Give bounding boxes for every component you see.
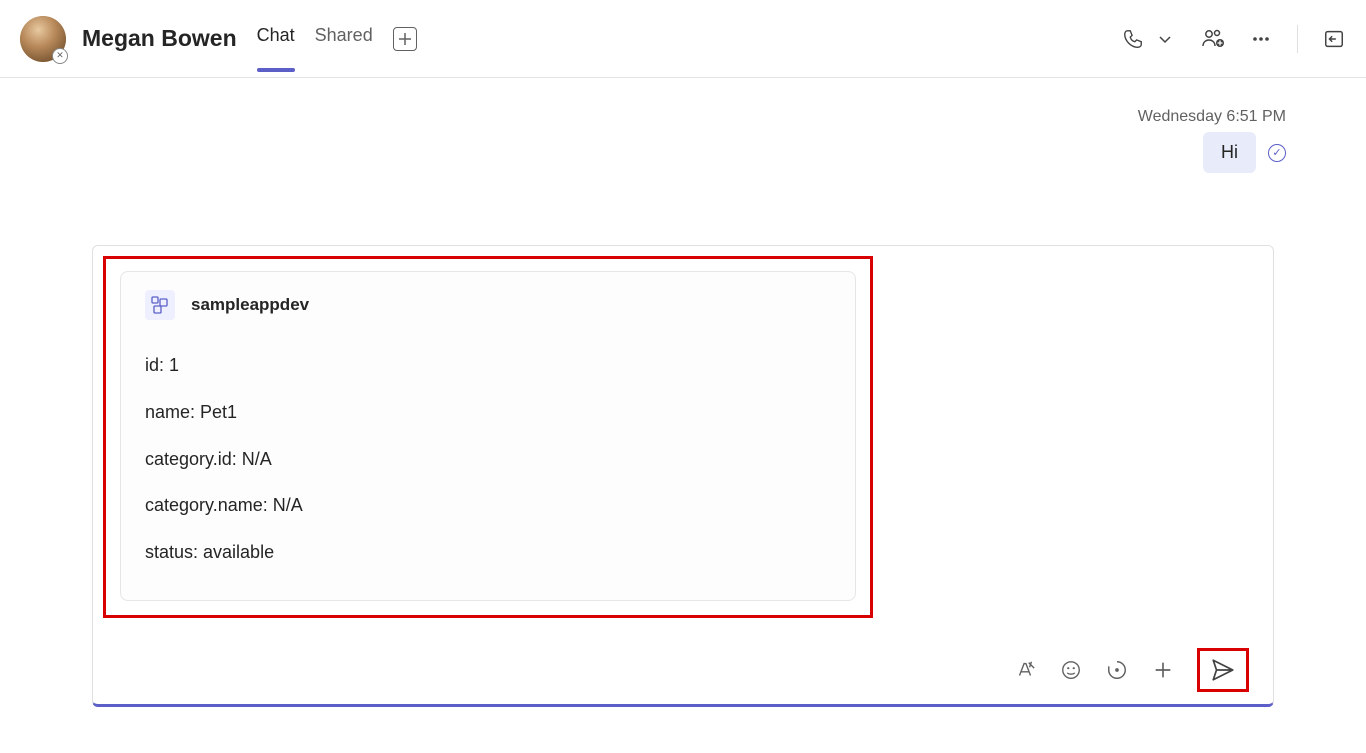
card-field: status: available — [145, 529, 831, 576]
card-app-name: sampleappdev — [191, 295, 309, 315]
card-field: name: Pet1 — [145, 389, 831, 436]
message-bubble[interactable]: Hi — [1203, 132, 1256, 173]
card-field: category.name: N/A — [145, 482, 831, 529]
people-add-icon — [1201, 27, 1225, 51]
add-people-button[interactable] — [1201, 27, 1225, 51]
loop-button[interactable] — [1105, 658, 1129, 682]
read-receipt-icon — [1268, 144, 1286, 162]
card-field: id: 1 — [145, 342, 831, 389]
header-actions — [1121, 25, 1346, 53]
emoji-icon — [1060, 659, 1082, 681]
title-section: Megan Bowen Chat Shared — [82, 25, 1121, 52]
plus-icon — [398, 32, 412, 46]
avatar-wrapper — [20, 16, 66, 62]
send-button[interactable] — [1197, 648, 1249, 692]
card-field: category.id: N/A — [145, 436, 831, 483]
chat-header: Megan Bowen Chat Shared — [0, 0, 1366, 78]
chat-area: Wednesday 6:51 PM Hi — [0, 78, 1366, 173]
presence-offline-icon — [52, 48, 68, 64]
format-button[interactable] — [1013, 658, 1037, 682]
call-group[interactable] — [1121, 27, 1177, 51]
message-timestamp: Wednesday 6:51 PM — [1138, 108, 1286, 126]
add-tab-button[interactable] — [393, 27, 417, 51]
chevron-down-icon[interactable] — [1153, 27, 1177, 51]
contact-name: Megan Bowen — [82, 25, 237, 52]
card-body: id: 1 name: Pet1 category.id: N/A catego… — [145, 342, 831, 576]
adaptive-card[interactable]: sampleappdev id: 1 name: Pet1 category.i… — [120, 271, 856, 601]
loop-icon — [1106, 659, 1128, 681]
card-app-icon — [145, 290, 175, 320]
tab-chat[interactable]: Chat — [257, 25, 295, 52]
format-icon — [1014, 659, 1036, 681]
more-icon — [1251, 29, 1271, 49]
panel-open-icon — [1323, 28, 1345, 50]
message-row: Hi — [1203, 132, 1286, 173]
more-options-button[interactable] — [1249, 27, 1273, 51]
compose-container: sampleappdev id: 1 name: Pet1 category.i… — [92, 245, 1274, 707]
message-group: Wednesday 6:51 PM Hi — [80, 108, 1286, 173]
phone-icon[interactable] — [1121, 27, 1145, 51]
open-panel-button[interactable] — [1322, 27, 1346, 51]
actions-button[interactable] — [1151, 658, 1175, 682]
plus-icon — [1152, 659, 1174, 681]
divider — [1297, 25, 1298, 53]
emoji-button[interactable] — [1059, 658, 1083, 682]
annotation-highlight: sampleappdev id: 1 name: Pet1 category.i… — [103, 256, 873, 618]
compose-toolbar — [93, 636, 1273, 704]
send-icon — [1210, 657, 1236, 683]
card-header: sampleappdev — [145, 290, 831, 320]
tab-shared[interactable]: Shared — [315, 25, 373, 52]
